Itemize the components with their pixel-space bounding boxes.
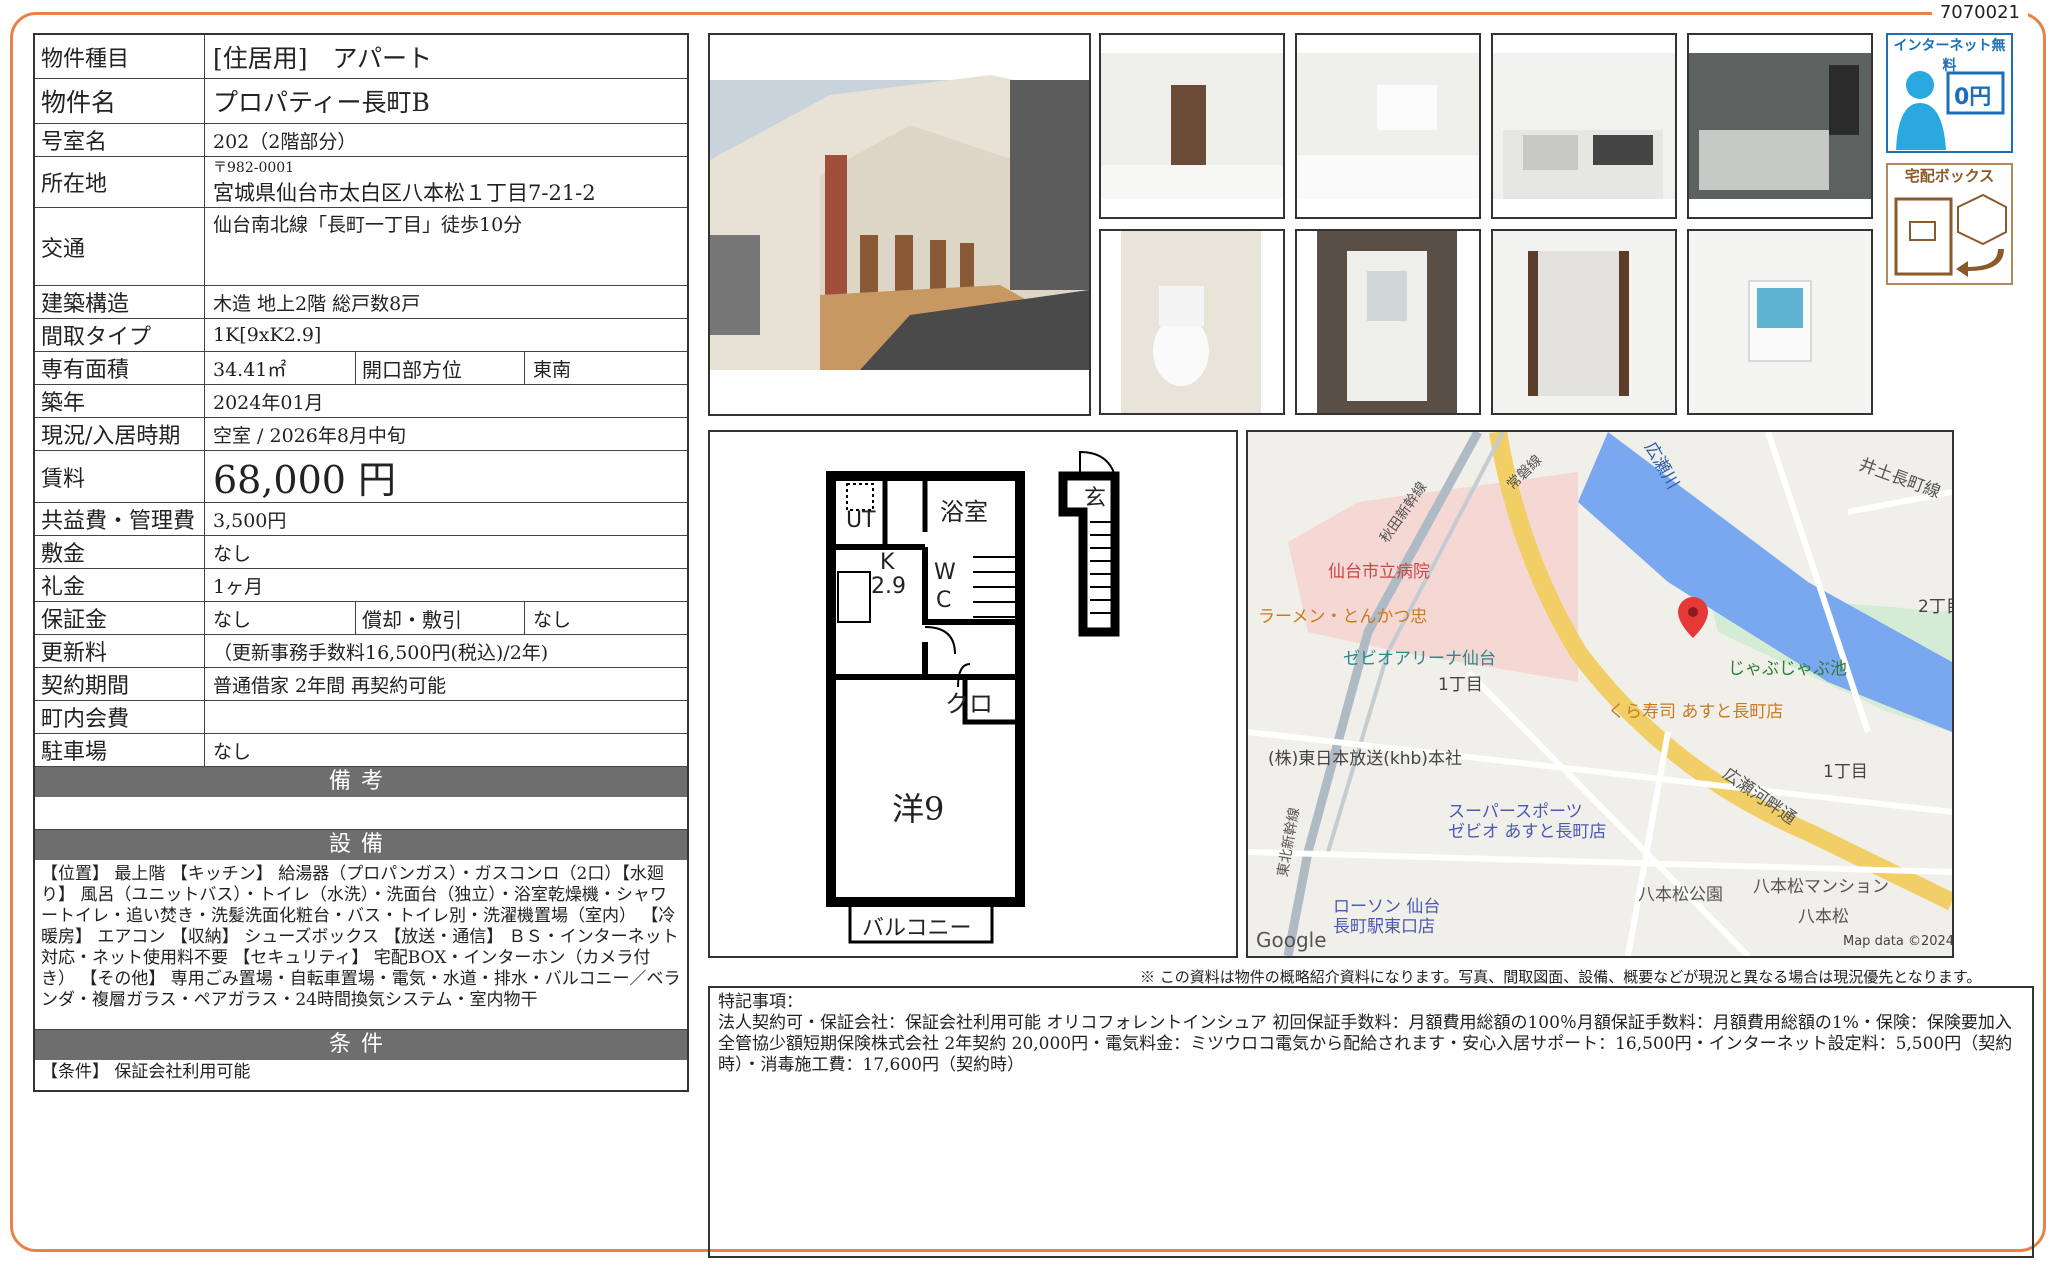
map-label-sports2: ゼビオ あすと長町店 [1448, 822, 1607, 842]
guarantee-value: なし [213, 608, 252, 631]
address-label: 所在地 [35, 157, 205, 207]
name-value: プロパティー長町B [213, 88, 430, 117]
map-label-kura: くら寿司 あすと長町店 [1608, 702, 1784, 722]
conditions-text: 【条件】 保証会社利用可能 [41, 1062, 251, 1082]
bath-label: 浴室 [940, 498, 988, 526]
transport-label: 交通 [35, 208, 205, 285]
room-photo-1 [1099, 33, 1285, 219]
room-photo-2 [1295, 33, 1481, 219]
amortization-value: なし [533, 608, 572, 631]
toilet-photo [1099, 229, 1285, 415]
structure-label: 建築構造 [35, 286, 205, 318]
intercom-photo [1687, 229, 1873, 415]
room-label: 洋9 [892, 790, 945, 828]
delivery-box-label: 宅配ボックス [1904, 167, 1995, 185]
renewal-label: 更新料 [35, 635, 205, 667]
area-value: 34.41㎡ [213, 358, 287, 381]
guarantee-label: 保証金 [35, 602, 205, 634]
internet-free-badge: インターネット無料 0円 [1886, 33, 2013, 153]
internet-person-icon [1896, 71, 2005, 150]
area-label: 専有面積 [35, 352, 205, 384]
wc-c-label: C [936, 588, 952, 613]
washroom-photo [1295, 229, 1481, 415]
amortization-label: 償却・敷引 [355, 602, 525, 634]
name-label: 物件名 [35, 79, 205, 123]
built-label: 築年 [35, 385, 205, 417]
property-table: 物件種目 [住居用] アパート 物件名 プロパティー長町B 号室名 202（2階部分）… [33, 33, 689, 1092]
map-label-khb: (株)東日本放送(khb)本社 [1268, 749, 1462, 769]
disclaimer: ※ この資料は物件の概略紹介資料になります。写真、間取図面、設備、概要などが現況… [1140, 968, 1982, 986]
contract-value: 普通借家 2年間 再契約可能 [213, 674, 447, 697]
special-remarks: 特記事項： 法人契約可・保証会社：保証会社利用可能 オリコフォレントインシュア … [708, 986, 2034, 1258]
rent-value: 68,000 円 [213, 458, 397, 502]
type-label: 物件種目 [35, 35, 205, 78]
deposit-value: なし [213, 542, 252, 565]
location-map: 仙台市立病院 ラーメン・とんかつ忠 ゼビオアリーナ仙台 1丁目 (株)東日本放送… [1246, 430, 1954, 958]
remarks-header: 備考 [35, 767, 687, 797]
layout-label: 間取タイプ [35, 319, 205, 351]
map-label-lawson2: 長町駅東口店 [1333, 917, 1435, 937]
renewal-value: （更新事務手数料16,500円(税込)/2年) [213, 641, 549, 664]
common-fee-label: 共益費・管理費 [35, 503, 205, 535]
delivery-box-icon [1894, 193, 2007, 277]
document-id: 7070021 [1931, 2, 2028, 23]
common-fee-value: 3,500円 [213, 509, 287, 532]
layout-value: 1K[9xK2.9] [213, 324, 322, 346]
parking-value: なし [213, 740, 252, 763]
map-label-chome2: 2丁目 [1918, 597, 1952, 617]
equipment-text: 【位置】 最上階 【キッチン】 給湯器（プロパンガス）・ガスコンロ（2口）【水廻… [35, 860, 687, 1030]
map-label-hospital: 仙台市立病院 [1328, 562, 1430, 582]
bath-photo [1687, 33, 1873, 219]
delivery-box-badge: 宅配ボックス [1886, 163, 2013, 285]
structure-value: 木造 地上2階 総戸数8戸 [213, 292, 421, 315]
status-value: 空室 / 2026年8月中旬 [213, 424, 406, 447]
contract-label: 契約期間 [35, 668, 205, 700]
orientation-value: 東南 [533, 358, 572, 381]
key-money-label: 礼金 [35, 569, 205, 601]
deposit-label: 敷金 [35, 536, 205, 568]
wc-w-label: W [934, 560, 956, 585]
special-remarks-text: 法人契約可・保証会社：保証会社利用可能 オリコフォレントインシュア 初回保証手数… [718, 1013, 2013, 1075]
orientation-label: 開口部方位 [355, 352, 525, 384]
type-value: [住居用] アパート [213, 43, 433, 73]
closet-label: クロ [945, 690, 993, 718]
equipment-header: 設備 [35, 830, 687, 860]
ut-label: UT [846, 508, 876, 533]
map-label-happon: 八本松 [1798, 907, 1849, 927]
exterior-photo [708, 33, 1091, 416]
entrance-label: 玄 [1084, 486, 1107, 511]
map-label-park: 八本松公園 [1638, 885, 1723, 905]
conditions-header: 条件 [35, 1030, 687, 1060]
status-label: 現況/入居時期 [35, 418, 205, 450]
special-remarks-title: 特記事項： [718, 992, 803, 1012]
transport-value: 仙台南北線「長町一丁目」徒歩10分 [213, 214, 523, 236]
parking-label: 駐車場 [35, 734, 205, 766]
town-fee-value [205, 701, 687, 733]
room-label: 号室名 [35, 124, 205, 156]
rent-label: 賃料 [35, 451, 205, 502]
key-money-value: 1ヶ月 [213, 575, 264, 598]
address-value: 宮城県仙台市太白区八本松１丁目7-21-2 [213, 181, 596, 205]
kitchen-size: 2.9 [871, 574, 906, 599]
map-label-jabu: じゃぶじゃぶ池 [1728, 659, 1847, 679]
map-label-chome1a: 1丁目 [1438, 675, 1483, 695]
balcony-label: バルコニー [862, 916, 972, 941]
map-label-mansion: 八本松マンション [1753, 877, 1889, 897]
postal-code: 〒982-0001 [213, 160, 295, 176]
map-label-chome1b: 1丁目 [1823, 762, 1868, 782]
closet-photo [1491, 229, 1677, 415]
remarks-body [35, 797, 687, 830]
location-pin-icon [1678, 597, 1708, 638]
map-label-arena: ゼビオアリーナ仙台 [1343, 649, 1496, 669]
kitchen-label: K [880, 550, 895, 575]
room-value: 202（2階部分） [213, 130, 357, 153]
map-data-credit: Map data ©2024 [1843, 934, 1954, 949]
google-logo: Google [1256, 928, 1327, 952]
map-label-ramen: ラーメン・とんかつ忠 [1258, 607, 1428, 627]
internet-price: 0円 [1954, 85, 1992, 110]
floor-plan: UT 浴室 玄 K 2.9 W C クロ 洋9 バルコニー [708, 430, 1238, 958]
town-fee-label: 町内会費 [35, 701, 205, 733]
kitchen-photo [1491, 33, 1677, 219]
built-value: 2024年01月 [213, 391, 324, 414]
